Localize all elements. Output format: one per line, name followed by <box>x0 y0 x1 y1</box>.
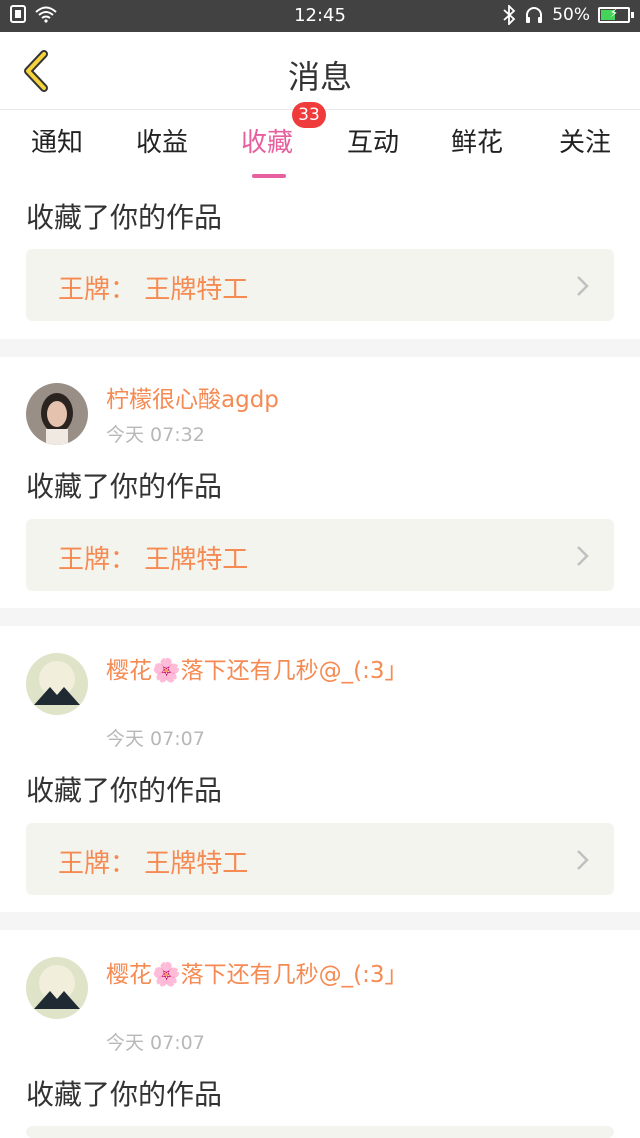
feed-action-text: 收藏了你的作品 <box>26 470 223 503</box>
username[interactable]: 樱花🌸落下还有几秒@_(:3」 <box>106 655 416 687</box>
tab-notifications[interactable]: 通知 <box>12 122 102 159</box>
headphones-icon <box>526 7 543 23</box>
avatar[interactable] <box>26 653 88 715</box>
avatar-hands-icon <box>26 653 88 715</box>
feed-action-text: 收藏了你的作品 <box>26 774 223 807</box>
chevron-right-icon <box>577 276 589 296</box>
feed-action-text: 收藏了你的作品 <box>26 201 223 234</box>
status-bar: 12:45 50% ⚡ <box>0 0 640 32</box>
feed-action-text: 收藏了你的作品 <box>26 1078 223 1111</box>
work-card[interactable] <box>26 1126 614 1138</box>
bluetooth-icon <box>503 5 516 25</box>
chevron-right-icon <box>577 850 589 870</box>
tab-label: 关注 <box>558 128 611 158</box>
avatar-photo-icon <box>26 383 88 445</box>
avatar[interactable] <box>26 383 88 445</box>
section-divider <box>0 339 640 357</box>
page-title: 消息 <box>287 58 352 96</box>
battery-percent: 50% <box>552 5 590 25</box>
work-card[interactable]: 王牌： 王牌特工 <box>26 249 614 321</box>
tab-earnings[interactable]: 收益 <box>117 122 207 159</box>
section-divider <box>0 912 640 930</box>
tab-label: 互动 <box>346 128 399 158</box>
unread-count-badge: 33 <box>292 102 326 128</box>
avatar[interactable] <box>26 957 88 1019</box>
tab-label: 通知 <box>30 128 83 158</box>
section-divider <box>0 608 640 626</box>
username[interactable]: 柠檬很心酸agdp <box>106 384 416 416</box>
work-title: 王牌： 王牌特工 <box>58 275 249 305</box>
tab-follows[interactable]: 关注 <box>540 122 630 159</box>
work-card[interactable]: 王牌： 王牌特工 <box>26 823 614 895</box>
work-card[interactable]: 王牌： 王牌特工 <box>26 519 614 591</box>
tab-label: 收藏 <box>240 128 293 158</box>
status-icons-right: 50% ⚡ <box>502 5 634 25</box>
tab-flowers[interactable]: 鲜花 <box>432 122 522 159</box>
avatar-hands-icon <box>26 957 88 1019</box>
work-title: 王牌： 王牌特工 <box>58 545 249 575</box>
tab-label: 收益 <box>135 128 188 158</box>
app-header: 消息 <box>0 32 640 110</box>
timestamp: 今天 07:32 <box>106 424 205 446</box>
timestamp: 今天 07:07 <box>106 1032 205 1054</box>
battery-icon: ⚡ <box>598 6 634 23</box>
chevron-right-icon <box>577 546 589 566</box>
tab-interactions[interactable]: 互动 <box>328 122 418 159</box>
tab-favorites[interactable]: 收藏 <box>222 122 312 178</box>
active-tab-indicator <box>252 174 286 178</box>
username[interactable]: 樱花🌸落下还有几秒@_(:3」 <box>106 959 416 991</box>
tab-label: 鲜花 <box>450 128 503 158</box>
timestamp: 今天 07:07 <box>106 728 205 750</box>
work-title: 王牌： 王牌特工 <box>58 849 249 879</box>
